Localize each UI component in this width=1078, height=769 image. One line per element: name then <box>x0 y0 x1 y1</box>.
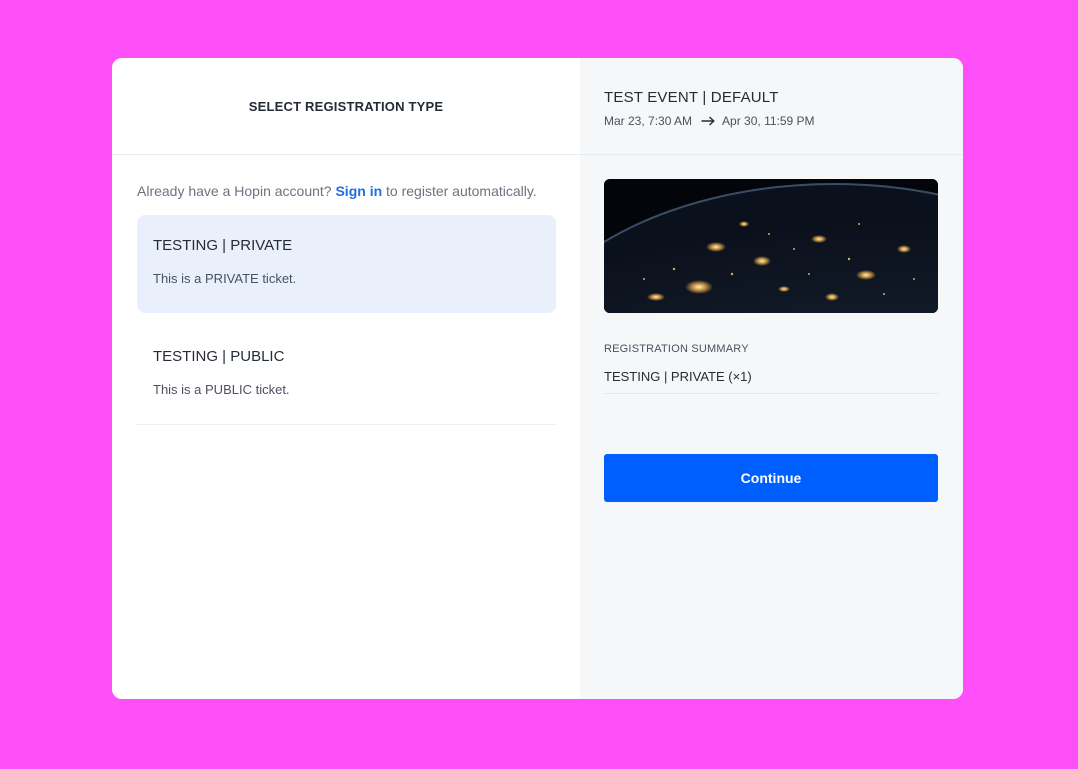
event-header: TEST EVENT | DEFAULT Mar 23, 7:30 AM Apr… <box>580 58 963 155</box>
ticket-name: TESTING | PRIVATE <box>153 237 293 254</box>
signin-prompt: Already have a Hopin account? Sign in to… <box>137 183 537 199</box>
continue-button[interactable]: Continue <box>604 454 938 502</box>
registration-summary-item: TESTING | PRIVATE (×1) <box>604 369 938 394</box>
ticket-description: This is a PRIVATE ticket. <box>153 271 297 286</box>
registration-modal: SELECT REGISTRATION TYPE Already have a … <box>112 58 963 699</box>
registration-summary-label: REGISTRATION SUMMARY <box>604 343 749 355</box>
event-dates: Mar 23, 7:30 AM Apr 30, 11:59 PM <box>604 114 815 128</box>
registration-type-panel: SELECT REGISTRATION TYPE Already have a … <box>112 58 580 699</box>
ticket-option-private[interactable]: TESTING | PRIVATE This is a PRIVATE tick… <box>137 215 556 313</box>
registration-type-header: SELECT REGISTRATION TYPE <box>112 58 580 155</box>
signin-suffix: to register automatically. <box>386 183 537 199</box>
event-start-date: Mar 23, 7:30 AM <box>604 114 693 128</box>
event-summary-panel: TEST EVENT | DEFAULT Mar 23, 7:30 AM Apr… <box>580 58 963 699</box>
registration-type-title: SELECT REGISTRATION TYPE <box>248 98 444 114</box>
signin-prefix: Already have a Hopin account? <box>137 183 332 199</box>
earth-at-night-image <box>604 179 938 313</box>
ticket-option-public[interactable]: TESTING | PUBLIC This is a PUBLIC ticket… <box>137 326 556 425</box>
ticket-name: TESTING | PUBLIC <box>153 348 285 365</box>
event-title: TEST EVENT | DEFAULT <box>604 89 779 106</box>
event-end-date: Apr 30, 11:59 PM <box>722 114 815 128</box>
ticket-description: This is a PUBLIC ticket. <box>153 382 290 397</box>
arrow-right-icon <box>701 116 715 126</box>
signin-link[interactable]: Sign in <box>335 183 382 199</box>
